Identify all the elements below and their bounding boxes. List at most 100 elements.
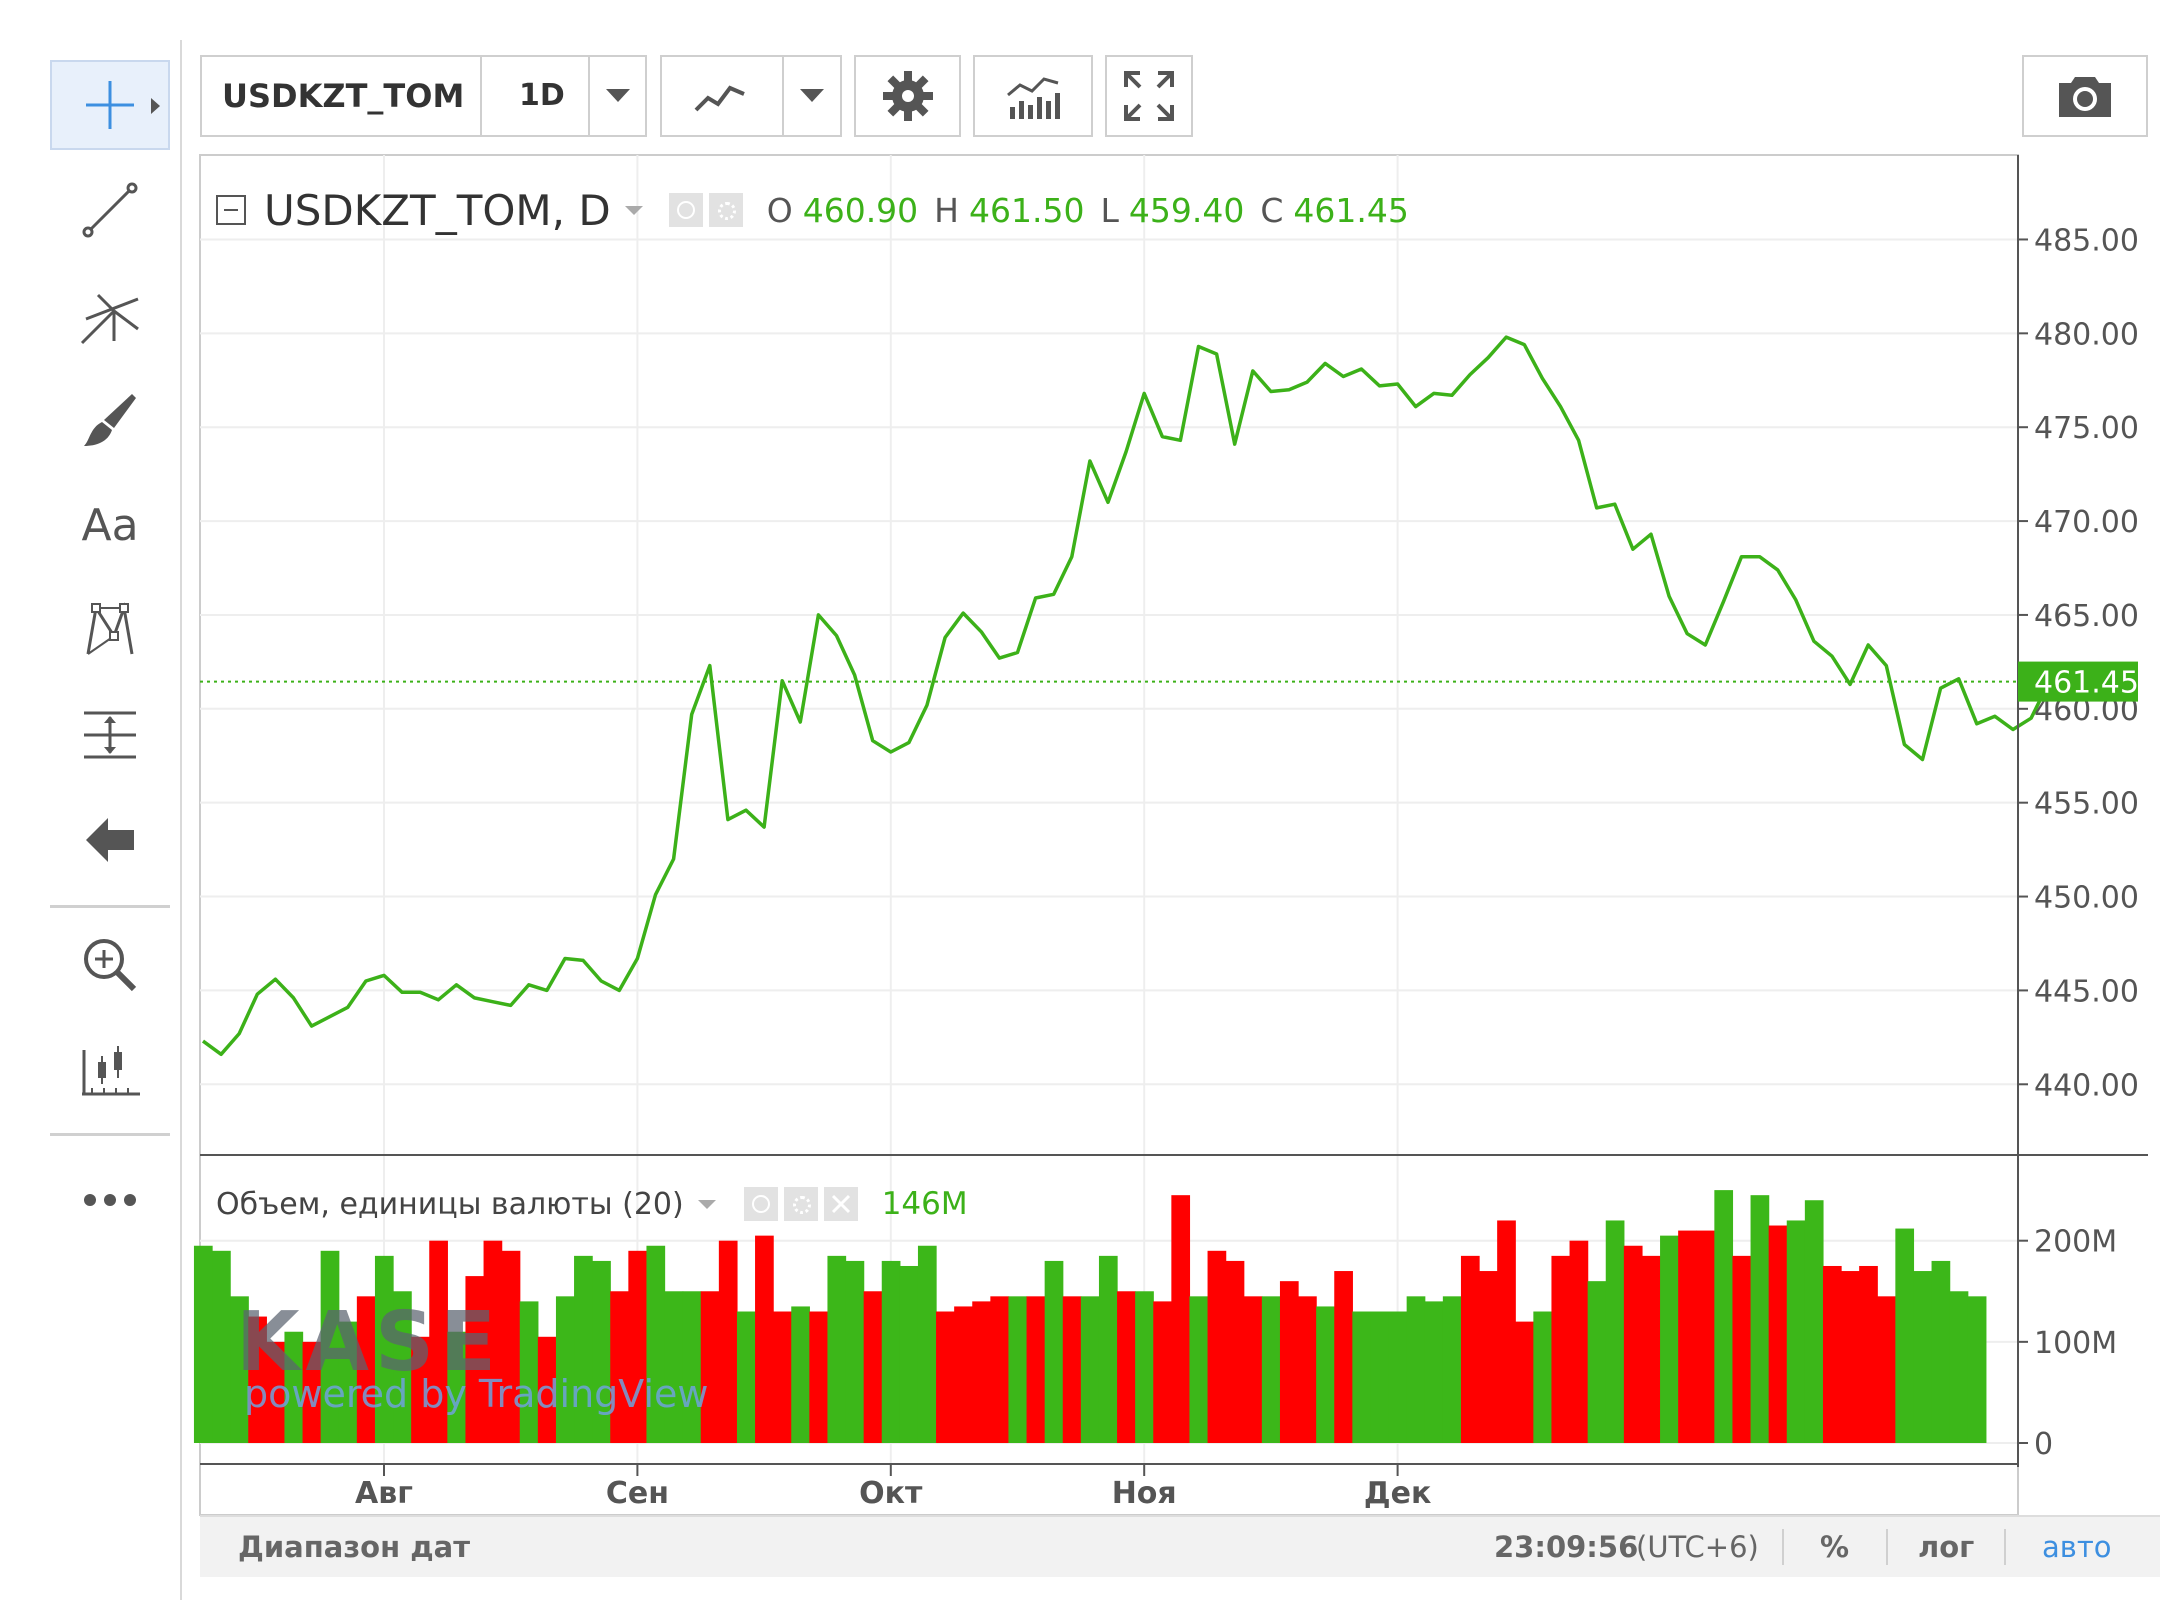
percent-toggle[interactable]: % (1820, 1517, 1849, 1577)
volume-bar (1189, 1296, 1209, 1443)
price-tick-label: 455.00 (2034, 787, 2139, 822)
open-label: O (766, 190, 793, 230)
series-menu-icon[interactable] (624, 205, 643, 215)
volume-bar (1153, 1301, 1172, 1443)
volume-bar (1460, 1255, 1480, 1443)
volume-bar (773, 1311, 792, 1443)
volume-bar (1714, 1190, 1734, 1443)
volume-bar (555, 1296, 575, 1443)
volume-bar (682, 1291, 702, 1443)
volume-bar (1623, 1245, 1643, 1443)
volume-title[interactable]: Объем, единицы валюты (20) (216, 1187, 684, 1222)
volume-bar (1696, 1230, 1715, 1443)
gear-icon[interactable] (708, 193, 743, 227)
volume-bar (1062, 1296, 1082, 1443)
price-tick-label: 450.00 (2034, 881, 2139, 916)
volume-bar (881, 1260, 901, 1443)
price-line (201, 335, 2051, 1057)
volume-bar (791, 1306, 810, 1443)
price-tick-label: 480.00 (2034, 317, 2139, 352)
time-tick-label: Дек (1364, 1476, 1431, 1511)
volume-bar (1768, 1225, 1788, 1443)
price-tick-label: 440.00 (2034, 1068, 2139, 1103)
volume-bar (1026, 1296, 1046, 1443)
volume-legend: Объем, единицы валюты (20) 146M (216, 1180, 968, 1228)
close-icon[interactable] (823, 1187, 858, 1221)
series-title[interactable]: USDKZT_TOM, D (264, 186, 611, 235)
volume-bar (1261, 1296, 1281, 1443)
log-toggle[interactable]: лог (1918, 1517, 1974, 1577)
time-tick-label: Окт (859, 1476, 923, 1511)
volume-bar (1044, 1260, 1064, 1443)
time-tick-label: Ноя (1112, 1476, 1177, 1511)
time-axis[interactable]: Авг Сен Окт Ноя Дек (355, 1464, 1431, 1511)
low-label: L (1100, 190, 1119, 230)
volume-bar (827, 1255, 847, 1443)
gear-icon[interactable] (783, 1187, 818, 1221)
collapse-legend-icon[interactable] (216, 195, 246, 225)
volume-bar (1117, 1291, 1136, 1443)
volume-bar (1298, 1296, 1317, 1443)
volume-bar (755, 1235, 774, 1443)
high-label: H (934, 190, 959, 230)
open-value: 460.90 (802, 190, 919, 230)
volume-bar (1135, 1291, 1154, 1443)
status-separator (2004, 1529, 2006, 1565)
volume-bar (1841, 1271, 1860, 1443)
volume-bar (1442, 1296, 1462, 1443)
volume-bar (863, 1291, 883, 1443)
volume-bar (1515, 1321, 1534, 1443)
volume-bar (193, 1245, 213, 1443)
volume-tick-label: 200M (2034, 1225, 2117, 1260)
volume-bar (1406, 1296, 1426, 1443)
timezone[interactable]: (UTC+6) (1636, 1517, 1759, 1577)
volume-bar (1424, 1301, 1444, 1443)
volume-bar (1098, 1255, 1118, 1443)
volume-bar (1732, 1255, 1752, 1443)
volume-menu-icon[interactable] (697, 1199, 716, 1209)
volume-bar (936, 1311, 955, 1443)
last-price-label: 461.45 (2034, 666, 2139, 701)
volume-bar (700, 1291, 720, 1443)
status-separator (1886, 1529, 1888, 1565)
volume-bar (1641, 1255, 1661, 1443)
auto-scale-toggle[interactable]: авто (2042, 1517, 2112, 1577)
status-bar: Диапазон дат 23:09:56 (UTC+6) % лог авто (200, 1515, 2160, 1577)
volume-bar (954, 1306, 973, 1443)
volume-bar (917, 1245, 937, 1443)
volume-bar (845, 1260, 865, 1443)
volume-bar (1967, 1296, 1987, 1443)
volume-bar (1895, 1228, 1915, 1443)
volume-bar (1352, 1311, 1372, 1443)
volume-bar (990, 1296, 1010, 1443)
price-tick-label: 445.00 (2034, 974, 2139, 1009)
eye-icon[interactable] (743, 1187, 778, 1221)
volume-bar (1334, 1271, 1353, 1443)
volume-bar (1370, 1311, 1390, 1443)
price-series (201, 335, 2051, 1057)
volume-bar (1822, 1265, 1842, 1443)
volume-bar (1533, 1311, 1553, 1443)
volume-bar (1279, 1281, 1299, 1443)
volume-bar (1804, 1200, 1824, 1443)
volume-bar (1931, 1260, 1951, 1443)
price-legend: USDKZT_TOM, D O 460.90 H 461.50 L 459.40… (216, 185, 1409, 235)
volume-axis[interactable]: 0 100M 200M (2018, 1225, 2117, 1462)
date-range-button[interactable]: Диапазон дат (238, 1517, 470, 1577)
volume-bar (1316, 1306, 1335, 1443)
volume-bar (1859, 1265, 1878, 1443)
volume-bar (212, 1250, 231, 1443)
volume-bar (809, 1311, 829, 1443)
volume-bar (1660, 1235, 1679, 1443)
volume-bar (1750, 1195, 1770, 1443)
volume-bar (1225, 1260, 1245, 1443)
volume-bar (664, 1291, 684, 1443)
low-value: 459.40 (1128, 190, 1245, 230)
volume-bar (972, 1301, 991, 1443)
price-tick-label: 465.00 (2034, 599, 2139, 634)
volume-bar (1913, 1271, 1933, 1443)
volume-bar (1008, 1296, 1028, 1443)
volume-bar (1877, 1296, 1896, 1443)
eye-icon[interactable] (668, 193, 703, 227)
volume-bar (1569, 1240, 1589, 1443)
